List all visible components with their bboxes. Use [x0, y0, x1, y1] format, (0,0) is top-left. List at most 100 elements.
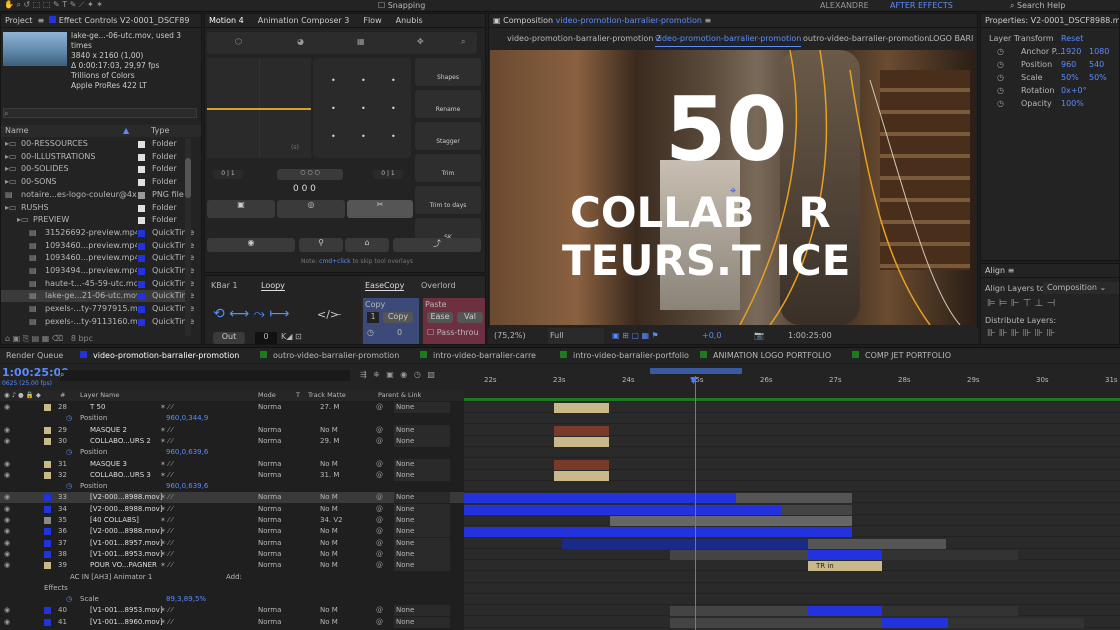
col-type[interactable]: Type: [151, 125, 169, 137]
parent-pickwhip-icon[interactable]: @: [376, 515, 383, 526]
layer-parent[interactable]: None: [394, 537, 450, 549]
label-color[interactable]: [44, 426, 51, 434]
switch-icons[interactable]: ✶ ⁄ ⁄: [160, 402, 173, 413]
copy-count-input[interactable]: 1: [367, 312, 379, 323]
motion-tab[interactable]: Animation Composer 3: [258, 16, 350, 25]
layer-name[interactable]: [V1-001...8957.mov]: [90, 538, 163, 549]
visibility-icon[interactable]: ◉: [4, 560, 10, 571]
minus-icon[interactable]: −: [335, 310, 342, 319]
property-row[interactable]: Effects: [0, 583, 465, 594]
layer-mode[interactable]: Norma: [258, 504, 281, 515]
out-button[interactable]: Out: [213, 332, 245, 344]
switch-icons[interactable]: ✶ ⁄ ⁄: [160, 549, 173, 560]
project-search-input[interactable]: ⌕: [3, 108, 197, 118]
project-item[interactable]: ▤ 1093460...preview.mp4 QuickTime: [1, 252, 194, 264]
stopwatch-icon[interactable]: ◷: [997, 46, 1004, 58]
property-value-1[interactable]: 960: [1061, 59, 1076, 71]
layer-bar[interactable]: [554, 436, 609, 447]
motion-btn-5[interactable]: ⚲: [299, 238, 343, 252]
property-value[interactable]: 89,3,89,5%: [166, 594, 206, 605]
composition-tab[interactable]: Composition: [503, 16, 553, 25]
layer-mode[interactable]: Norma: [258, 425, 281, 436]
layer-matte[interactable]: 31. M: [320, 470, 339, 481]
hint-link[interactable]: cmd+click: [319, 258, 350, 265]
property-value[interactable]: Add:: [226, 572, 242, 583]
time-ruler[interactable]: 22s 23s 24s 25s 26s 27s 28s 29s 30s 31s: [464, 364, 1120, 402]
layer-parent[interactable]: None: [394, 424, 450, 436]
parent-pickwhip-icon[interactable]: @: [376, 560, 383, 571]
comp-tab[interactable]: LOGO BARI: [929, 32, 973, 46]
anchor-dot-icon[interactable]: •: [361, 104, 366, 113]
label-color[interactable]: [44, 562, 51, 570]
stopwatch-icon[interactable]: ◷: [997, 85, 1004, 97]
anchor-dot-icon[interactable]: •: [391, 132, 396, 141]
hand-tool-icon[interactable]: ✋ ⌕ ↺ ⬚ ⬚ ✎ T ✎ ⟋ ✦ ✶: [4, 0, 103, 10]
motion-btn-1[interactable]: ▣: [207, 200, 275, 218]
label-color[interactable]: [44, 550, 51, 558]
label-color[interactable]: [44, 471, 51, 479]
layer-mode[interactable]: Norma: [258, 492, 281, 503]
motion-tab[interactable]: Motion 4: [209, 16, 244, 25]
layer-parent[interactable]: None: [394, 515, 450, 526]
layer-name[interactable]: MASQUE 3: [90, 459, 127, 470]
motion-tab[interactable]: Flow: [363, 16, 381, 25]
project-item[interactable]: ▸▭ 00-RESSOURCES Folder: [1, 138, 185, 150]
layer-matte[interactable]: 29. M: [320, 436, 339, 447]
motion-side-button[interactable]: Trim: [415, 154, 481, 182]
timeline-tab[interactable]: outro-video-barralier-promotion: [260, 348, 399, 364]
visibility-icon[interactable]: ◉: [4, 617, 10, 628]
playhead-handle-icon[interactable]: ▼: [690, 376, 697, 386]
anchor-dot-icon[interactable]: •: [391, 76, 396, 85]
label-color[interactable]: [44, 494, 51, 502]
easecopy-tab[interactable]: EaseCopy: [365, 281, 405, 291]
property-value-1[interactable]: 0x+0°: [1061, 85, 1087, 97]
property-row[interactable]: AC IN [AH3] Animator 1 Add:: [0, 572, 465, 583]
switch-icons[interactable]: ✶ ⁄ ⁄: [160, 470, 173, 481]
parent-pickwhip-icon[interactable]: @: [376, 526, 383, 537]
layer-parent[interactable]: None: [394, 526, 450, 538]
copy-button[interactable]: Copy: [383, 312, 413, 323]
position-stepper[interactable]: ○ ○ ○: [277, 169, 343, 180]
stepper-left[interactable]: 0 | 1: [213, 170, 243, 179]
layer-name[interactable]: [V1-001...8953.mov]: [90, 549, 163, 560]
layer-row[interactable]: ◉ 29 MASQUE 2 ✶ ⁄ ⁄ Norma No M @ None: [0, 424, 465, 436]
layer-row[interactable]: ◉ 32 COLLABO...URS 3 ✶ ⁄ ⁄ Norma 31. M @ None: [0, 469, 465, 481]
switch-icons[interactable]: ✶ ⁄ ⁄: [160, 459, 173, 470]
layer-row[interactable]: ◉ 35 [40 COLLABS] ✶ ⁄ ⁄ Norma 34. V2 @ None: [0, 515, 465, 526]
anchor-dot-icon[interactable]: •: [331, 76, 336, 85]
project-item[interactable]: ▤ 31526692-preview.mp4 QuickTime: [1, 227, 194, 239]
pass-through-checkbox[interactable]: ☐ Pass-throu: [427, 328, 479, 337]
layer-parent[interactable]: None: [394, 605, 450, 617]
anchor-dot-icon[interactable]: •: [361, 76, 366, 85]
property-value[interactable]: 960,0,344,9: [166, 413, 208, 424]
visibility-icon[interactable]: ◉: [4, 470, 10, 481]
layer-bar[interactable]: [808, 538, 946, 549]
layer-row[interactable]: ◉ 34 [V2-000...8988.mov] ✶ ⁄ ⁄ Norma No M @ Non…: [0, 503, 465, 515]
parent-pickwhip-icon[interactable]: @: [376, 402, 383, 413]
layer-name[interactable]: MASQUE 2: [90, 425, 127, 436]
layer-mode[interactable]: Norma: [258, 470, 281, 481]
layer-matte[interactable]: 27. M: [320, 402, 339, 413]
project-item[interactable]: ▤pexels-...ty-7797915.mp4QuickTime: [1, 303, 194, 315]
comp-tab[interactable]: video-promotion-barralier-promotion 2: [507, 32, 661, 46]
motion-btn-4[interactable]: ◉: [207, 238, 295, 252]
layer-mode[interactable]: Norma: [258, 515, 281, 526]
layer-bar[interactable]: [782, 504, 852, 515]
parent-pickwhip-icon[interactable]: @: [376, 492, 383, 503]
layer-name[interactable]: [V2-000...8988.mov]: [90, 492, 163, 503]
project-tab[interactable]: Project: [5, 16, 32, 25]
layer-bar[interactable]: [882, 606, 1018, 617]
layer-parent[interactable]: None: [394, 492, 450, 504]
workspace-label[interactable]: AFTER EFFECTS: [890, 1, 953, 10]
parent-pickwhip-icon[interactable]: @: [376, 605, 383, 616]
project-item[interactable]: ▤ 1093494...preview.mp4 QuickTime: [1, 265, 194, 277]
layer-row[interactable]: ◉ 39 POUR VO...PAGNER ✶ ⁄ ⁄ Norma No M @ None: [0, 560, 465, 572]
layer-bar[interactable]: [464, 504, 782, 515]
stopwatch-icon[interactable]: ◷: [66, 594, 72, 605]
timeline-tab[interactable]: intro-video-barralier-portfolio: [560, 348, 689, 364]
layer-name[interactable]: [V2-000...8988.mov]: [90, 504, 163, 515]
timeline-tab[interactable]: intro-video-barralier-carre: [420, 348, 536, 364]
layer-matte[interactable]: No M: [320, 526, 338, 537]
project-item[interactable]: ▸▭ 00-SOLIDES Folder: [1, 163, 185, 175]
switch-icons[interactable]: ✶ ⁄ ⁄: [160, 538, 173, 549]
